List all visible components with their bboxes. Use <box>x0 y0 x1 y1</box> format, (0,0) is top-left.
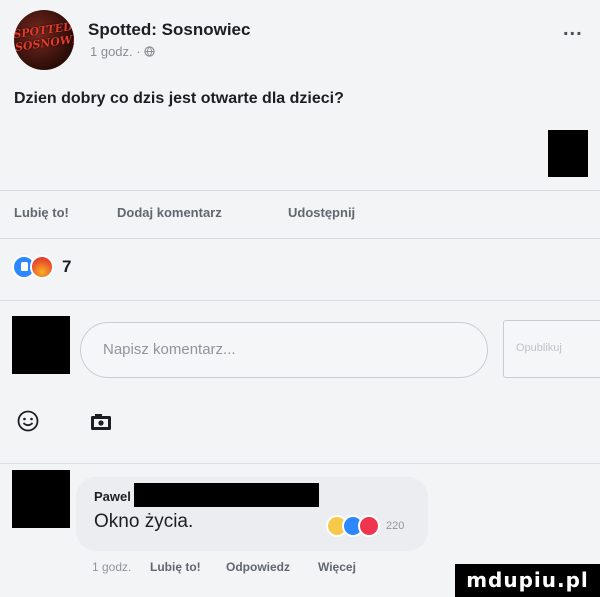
share-action[interactable]: Udostępnij <box>288 205 355 220</box>
emoji-icon[interactable] <box>17 410 39 432</box>
publish-button-label: Opublikuj <box>516 342 562 354</box>
page-avatar[interactable]: SPOTTED SOSNOWIEC <box>14 10 74 70</box>
comment-input-placeholder: Napisz komentarz... <box>103 341 236 358</box>
divider <box>0 238 600 239</box>
post-meta: 1 godz. · <box>90 44 155 59</box>
globe-icon <box>144 46 155 57</box>
divider <box>0 190 600 191</box>
comment-more-action[interactable]: Więcej <box>318 560 356 574</box>
love-reaction-icon <box>358 515 380 537</box>
comment-time[interactable]: 1 godz. <box>92 560 131 574</box>
redaction-block <box>548 130 588 177</box>
camera-icon[interactable] <box>90 413 112 431</box>
post-time[interactable]: 1 godz. · <box>90 44 144 59</box>
watermark: mdupiu.pl <box>455 564 600 597</box>
reaction-count: 7 <box>62 257 72 276</box>
comment-action[interactable]: Dodaj komentarz <box>117 205 222 220</box>
commenter-avatar-redacted <box>12 470 70 528</box>
publish-button[interactable]: Opublikuj <box>503 320 600 378</box>
comment-like-action[interactable]: Lubię to! <box>150 560 201 574</box>
comment-reply-action[interactable]: Odpowiedz <box>226 560 290 574</box>
page-logo: SPOTTED SOSNOWIEC <box>14 19 74 55</box>
user-avatar-redacted <box>12 316 70 374</box>
divider <box>0 463 600 464</box>
comment-author[interactable]: Pawel <box>94 489 131 504</box>
comment-input[interactable]: Napisz komentarz... <box>80 322 488 378</box>
divider <box>0 300 600 301</box>
more-options-icon[interactable]: ... <box>563 18 583 41</box>
like-action[interactable]: Lubię to! <box>14 205 69 220</box>
author-surname-redaction <box>134 483 319 507</box>
post-text: Dzien dobry co dzis jest otwarte dla dzi… <box>14 90 344 107</box>
comment-text: Okno życia. <box>94 511 194 532</box>
comment-reaction-count: 220 <box>386 520 405 532</box>
page-name[interactable]: Spotted: Sosnowiec <box>88 20 250 40</box>
angry-reaction-icon <box>30 255 54 279</box>
